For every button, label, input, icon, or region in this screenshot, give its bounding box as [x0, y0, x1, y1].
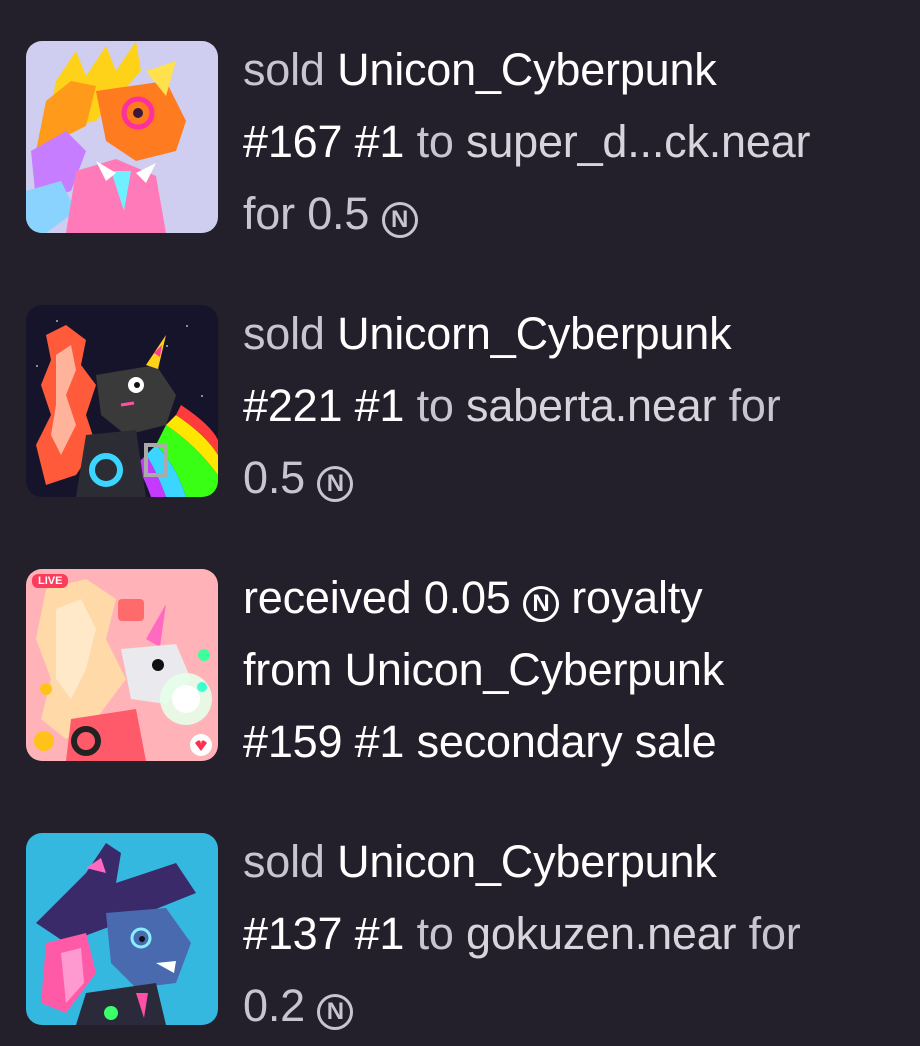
activity-text: sold Unicorn_Cyberpunk #221 #1 to saberta…	[243, 298, 908, 514]
near-icon: N	[381, 202, 418, 238]
token-name: Unicon_Cyberpunk	[337, 836, 717, 887]
royalty-kind: royalty	[571, 572, 703, 623]
nft-image-unicorn-white	[26, 569, 218, 761]
from-label: from	[243, 644, 333, 695]
nft-thumbnail[interactable]	[26, 41, 218, 233]
recipient-link[interactable]: super_d...ck.near	[466, 116, 810, 167]
near-icon: N	[317, 466, 354, 502]
activity-verb: received	[243, 572, 412, 623]
activity-verb: sold	[243, 44, 325, 95]
recipient-link[interactable]: gokuzen.near	[466, 908, 737, 959]
for-label: for	[728, 380, 781, 431]
activity-text: sold Unicon_Cyberpunk #137 #1 to gokuzen.…	[243, 826, 908, 1042]
activity-text: sold Unicon_Cyberpunk #167 #1 to super_d.…	[243, 34, 908, 250]
nft-image-unicorn-witch	[26, 833, 218, 1025]
token-id: #137 #1	[243, 908, 405, 959]
token-name: Unicon_Cyberpunk	[344, 644, 725, 695]
price-amount: 0.2	[243, 980, 305, 1031]
near-icon: N	[317, 994, 354, 1030]
activity-verb: sold	[243, 836, 325, 887]
to-label: to	[416, 380, 454, 431]
for-label: for	[748, 908, 801, 959]
activity-item[interactable]: sold Unicorn_Cyberpunk #221 #1 to saberta…	[0, 298, 920, 518]
activity-item[interactable]: LIVE received 0.05 N royalty from Unicon…	[0, 562, 920, 782]
activity-item[interactable]: sold Unicon_Cyberpunk #167 #1 to super_d.…	[0, 34, 920, 254]
nft-thumbnail[interactable]	[26, 833, 218, 1025]
price-amount: 0.5	[307, 188, 370, 239]
activity-verb: sold	[243, 308, 325, 359]
nft-thumbnail[interactable]: LIVE	[26, 569, 218, 761]
token-name: Unicon_Cyberpunk	[337, 44, 717, 95]
nft-image-unicorn-orange	[26, 41, 218, 233]
token-id: #167 #1	[243, 116, 405, 167]
token-id: #159 #1	[243, 716, 405, 767]
to-label: to	[416, 908, 454, 959]
royalty-amount: 0.05	[423, 572, 511, 623]
activity-text: received 0.05 N royalty from Unicon_Cybe…	[243, 562, 908, 778]
nft-thumbnail[interactable]	[26, 305, 218, 497]
nft-image-unicorn-black	[26, 305, 218, 497]
live-badge: LIVE	[32, 574, 69, 588]
near-icon: N	[522, 586, 559, 622]
sale-type: secondary sale	[416, 716, 717, 767]
recipient-link[interactable]: saberta.near	[466, 380, 716, 431]
token-name: Unicorn_Cyberpunk	[337, 308, 732, 359]
token-id: #221 #1	[243, 380, 405, 431]
price-amount: 0.5	[243, 452, 305, 503]
for-label: for	[243, 188, 295, 239]
to-label: to	[416, 116, 454, 167]
activity-item[interactable]: sold Unicon_Cyberpunk #137 #1 to gokuzen.…	[0, 826, 920, 1046]
activity-feed: sold Unicon_Cyberpunk #167 #1 to super_d.…	[0, 0, 920, 1046]
